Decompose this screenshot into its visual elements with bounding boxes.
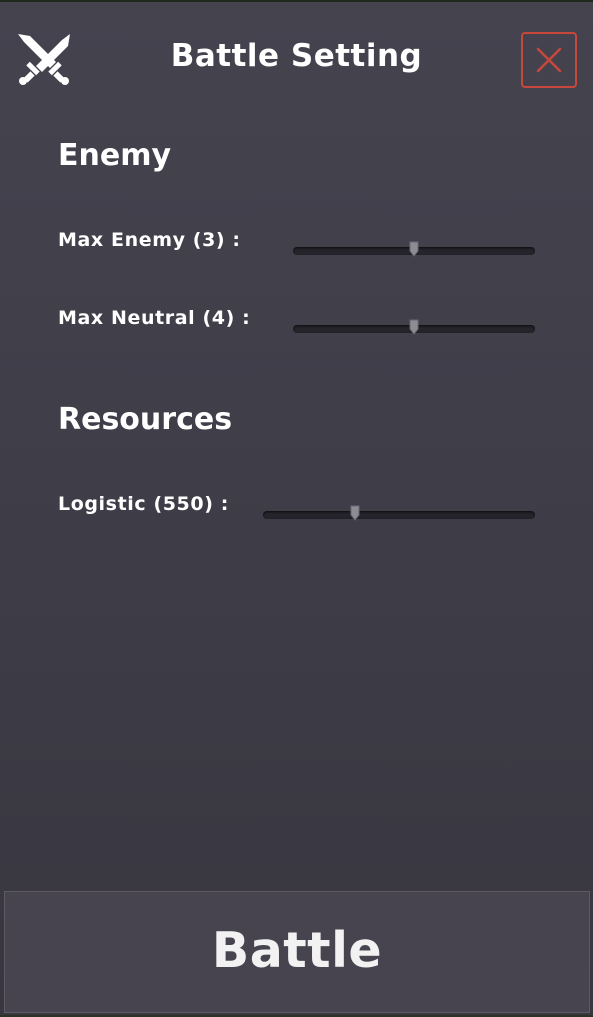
battle-button[interactable]: Battle (4, 891, 590, 1013)
max-neutral-slider-thumb[interactable] (409, 319, 419, 335)
max-enemy-slider[interactable] (293, 241, 535, 257)
logistic-slider[interactable] (263, 505, 535, 521)
page-title: Battle Setting (170, 38, 423, 74)
close-icon (536, 47, 562, 73)
close-button[interactable] (521, 32, 577, 88)
section-title-enemy: Enemy (58, 138, 172, 173)
logistic-label: Logistic (550) : (58, 493, 229, 515)
battle-button-label: Battle (211, 922, 383, 979)
logistic-slider-thumb[interactable] (350, 505, 360, 521)
max-enemy-slider-thumb[interactable] (409, 241, 419, 257)
max-enemy-label: Max Enemy (3) : (58, 229, 241, 251)
max-neutral-slider[interactable] (293, 319, 535, 335)
battle-setting-panel: Battle Setting Enemy Max Enemy (3) : Max… (0, 0, 593, 1017)
section-title-resources: Resources (58, 402, 233, 437)
max-neutral-label: Max Neutral (4) : (58, 307, 251, 329)
header: Battle Setting (0, 2, 593, 118)
